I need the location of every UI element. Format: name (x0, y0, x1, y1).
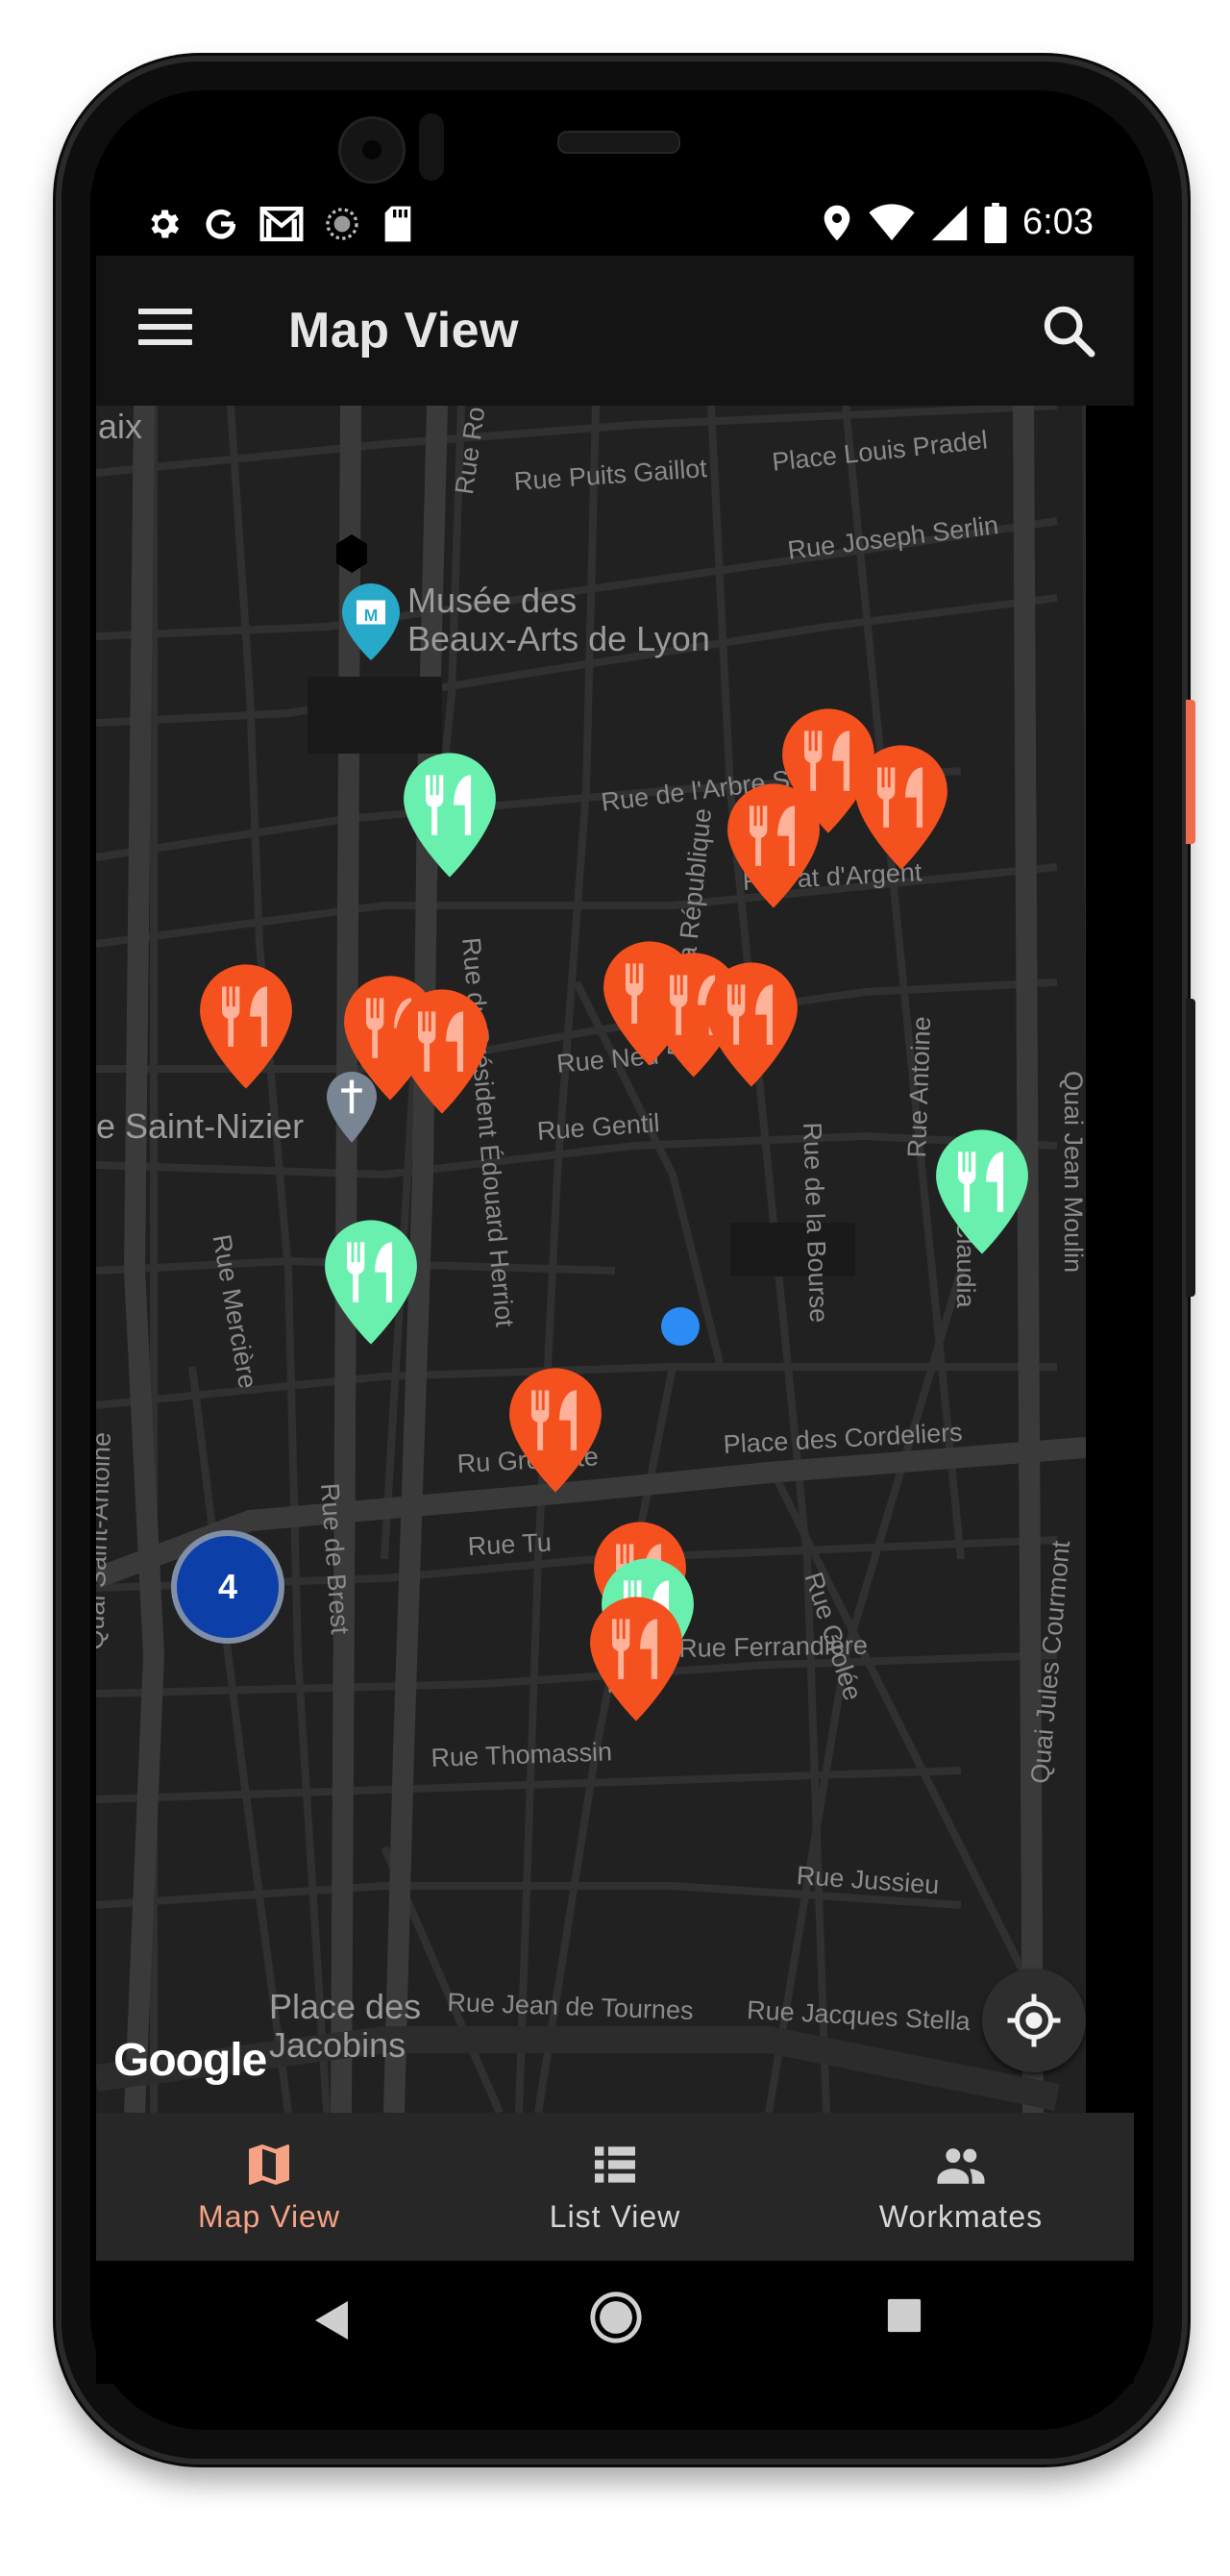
booked-restaurant-marker[interactable] (402, 750, 498, 880)
home-icon[interactable] (588, 2290, 644, 2345)
app-toolbar: Map View (96, 256, 1134, 406)
system-navigation-bar (96, 2261, 1134, 2384)
google-attribution: Google (113, 2035, 267, 2086)
battery-icon (984, 202, 1007, 243)
marker-cluster[interactable]: 4 (171, 1530, 284, 1644)
restaurant-marker[interactable] (507, 1365, 603, 1496)
map-text-fragment: aix (98, 407, 143, 446)
volume-button (1186, 999, 1195, 1297)
people-icon (937, 2148, 985, 2184)
gmail-icon (259, 206, 304, 242)
bottom-navigation: Map View List View Workmates (96, 2113, 1134, 2261)
restaurant-marker[interactable] (588, 1594, 684, 1724)
svg-text:M: M (364, 606, 379, 625)
map-icon (249, 2144, 289, 2185)
street-label: Rue Tu (467, 1527, 553, 1561)
sd-card-icon (384, 206, 411, 242)
google-icon (206, 209, 236, 239)
page-title: Map View (288, 303, 520, 359)
restaurant-marker[interactable] (726, 780, 822, 911)
square-label: Place des Jacobins (269, 1987, 422, 2065)
hamburger-menu-icon[interactable] (138, 309, 192, 353)
street-label: Quai Jean Moulin (1059, 1071, 1088, 1274)
list-icon (595, 2146, 635, 2183)
search-icon[interactable] (1038, 300, 1099, 361)
loading-icon (326, 208, 358, 240)
clock: 6:03 (1022, 202, 1094, 242)
nav-list-view[interactable]: List View (442, 2113, 788, 2261)
nav-label: Workmates (878, 2199, 1044, 2234)
restaurant-marker[interactable] (853, 742, 949, 873)
location-icon (824, 205, 850, 240)
street-label: Rue Antoine (902, 1015, 937, 1158)
nav-workmates[interactable]: Workmates (788, 2113, 1134, 2261)
nav-label: List View (549, 2199, 681, 2234)
power-button (1186, 700, 1195, 844)
front-camera (338, 116, 406, 184)
restaurant-marker[interactable] (198, 961, 294, 1092)
booked-restaurant-marker[interactable] (323, 1217, 419, 1348)
museum-icon[interactable]: M (342, 582, 400, 661)
nav-map-view[interactable]: Map View (96, 2113, 442, 2261)
nav-label: Map View (198, 2199, 340, 2234)
my-location-icon[interactable] (982, 1969, 1086, 2072)
map-view[interactable]: aix M Musée des Beaux-Arts de Lyon e Sain… (96, 406, 1134, 2113)
restaurant-marker[interactable] (394, 986, 490, 1117)
wifi-icon (869, 203, 915, 240)
church-label: e Saint-Nizier (96, 1106, 305, 1146)
status-bar: 6:03 (96, 192, 1134, 256)
restaurant-marker[interactable] (703, 959, 800, 1090)
screen: 6:03 Map View aix M Musée des Beaux-Arts… (96, 192, 1134, 2384)
back-icon[interactable] (309, 2297, 352, 2343)
museum-label: Musée des Beaux-Arts de Lyon (407, 581, 710, 658)
map-shape-icon (336, 534, 367, 573)
sensor (419, 113, 444, 181)
signal-icon (931, 205, 968, 240)
settings-icon (151, 210, 180, 238)
street-label: Rue Ferrandière (678, 1630, 869, 1663)
booked-restaurant-marker[interactable] (934, 1127, 1030, 1257)
street-label: Rue Thomassin (430, 1737, 613, 1772)
recents-icon[interactable] (886, 2297, 922, 2334)
current-location-dot (661, 1307, 700, 1346)
earpiece-speaker (557, 131, 680, 154)
